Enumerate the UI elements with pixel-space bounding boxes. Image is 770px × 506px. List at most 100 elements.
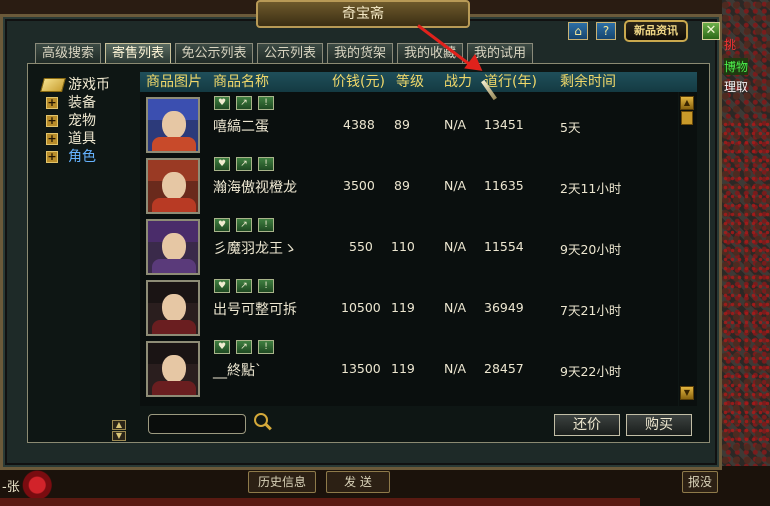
plus-icon[interactable]: +	[46, 115, 58, 127]
scene-label: 博物	[724, 58, 749, 75]
item-daoxing: 36949	[484, 300, 524, 315]
send-button[interactable]: 发 送	[326, 471, 390, 493]
item-remaining: 9天22小时	[560, 364, 622, 379]
item-remaining: 9天20小时	[560, 242, 622, 257]
game-chat-bar: -张 历史信息 发 送 报没	[0, 466, 770, 506]
item-power: N/A	[444, 361, 467, 376]
item-daoxing: 13451	[484, 117, 524, 132]
table-row[interactable]: ♥ ↗ ! 瀚海傲视橙龙 3500 89 N/A 11635 2天11小时	[140, 153, 678, 214]
item-name: 出号可整可拆	[213, 302, 297, 318]
close-icon[interactable]: ✕	[702, 22, 720, 40]
share-icon[interactable]: ↗	[236, 157, 252, 171]
report-button[interactable]: 报没	[682, 471, 718, 493]
scroll-thumb[interactable]	[681, 111, 693, 125]
favorite-icon[interactable]: ♥	[214, 340, 230, 354]
report-icon[interactable]: !	[258, 279, 274, 293]
favorite-icon[interactable]: ♥	[214, 218, 230, 232]
header-power[interactable]: 战力	[444, 72, 472, 92]
item-remaining: 5天	[560, 120, 581, 135]
item-price: 4388	[343, 117, 375, 132]
game-scene-right: 挑 博物 理取	[722, 0, 770, 506]
tab-advanced-search[interactable]: 高级搜索	[35, 43, 101, 63]
table-row[interactable]: ♥ ↗ ! 嘻縞二蛋 4388 89 N/A 13451 5天	[140, 92, 678, 153]
plus-icon[interactable]: +	[46, 97, 58, 109]
item-daoxing: 28457	[484, 361, 524, 376]
chat-input-bar	[0, 498, 640, 506]
window-title: 奇宝斋	[256, 0, 470, 28]
report-icon[interactable]: !	[258, 340, 274, 354]
scroll-down-icon[interactable]: ▼	[680, 386, 694, 400]
item-name: 嘻縞二蛋	[213, 119, 269, 135]
item-daoxing: 11554	[484, 239, 524, 254]
news-button[interactable]: 新品资讯	[624, 20, 688, 42]
favorite-icon[interactable]: ♥	[214, 157, 230, 171]
plus-icon[interactable]: +	[46, 133, 58, 145]
chat-text: -张	[2, 480, 20, 495]
item-daoxing: 11635	[484, 178, 524, 193]
table-row[interactable]: ♥ ↗ ! 彡魔羽龙王ゝ 550 110 N/A 11554 9天20小时	[140, 214, 678, 275]
character-portrait[interactable]	[146, 219, 200, 275]
favorite-icon[interactable]: ♥	[214, 279, 230, 293]
item-power: N/A	[444, 239, 467, 254]
search-icon[interactable]	[254, 413, 268, 427]
tab-consignment-list[interactable]: 寄售列表	[105, 43, 171, 63]
report-icon[interactable]: !	[258, 157, 274, 171]
header-remaining[interactable]: 剩余时间	[560, 72, 616, 92]
listing-table: ♥ ↗ ! 嘻縞二蛋 4388 89 N/A 13451 5天 ♥ ↗ ! 瀚海…	[140, 92, 678, 406]
help-icon[interactable]: ?	[596, 22, 616, 40]
item-remaining: 7天21小时	[560, 303, 622, 318]
tree-item-equipment[interactable]: + 装备	[36, 94, 132, 112]
character-portrait[interactable]	[146, 97, 200, 153]
item-power: N/A	[444, 178, 467, 193]
history-button[interactable]: 历史信息	[248, 471, 316, 493]
tree-item-pets[interactable]: + 宠物	[36, 112, 132, 130]
share-icon[interactable]: ↗	[236, 340, 252, 354]
report-icon[interactable]: !	[258, 96, 274, 110]
buy-button[interactable]: 购买	[626, 414, 692, 436]
item-price: 13500	[341, 361, 381, 376]
tab-free-publicity[interactable]: 免公示列表	[175, 43, 253, 63]
character-portrait[interactable]	[146, 280, 200, 336]
item-name: 彡魔羽龙王ゝ	[213, 241, 297, 257]
table-row[interactable]: ♥ ↗ ! __終點ˋ 13500 119 N/A 28457 9天22小时	[140, 336, 678, 397]
item-price: 550	[349, 239, 373, 254]
item-level: 119	[391, 300, 415, 315]
tree-item-label: 宠物	[68, 113, 96, 129]
character-portrait[interactable]	[146, 341, 200, 397]
share-icon[interactable]: ↗	[236, 218, 252, 232]
item-name: 瀚海傲视橙龙	[213, 180, 297, 196]
item-power: N/A	[444, 117, 467, 132]
table-row[interactable]: ♥ ↗ ! 出号可整可拆 10500 119 N/A 36949 7天21小时	[140, 275, 678, 336]
character-portrait[interactable]	[146, 158, 200, 214]
header-level[interactable]: 等级	[396, 72, 424, 92]
tree-item-items[interactable]: + 道具	[36, 130, 132, 148]
header-price[interactable]: 价钱(元)	[332, 72, 385, 92]
item-power: N/A	[444, 300, 467, 315]
tree-item-label: 道具	[68, 131, 96, 147]
home-icon[interactable]: ⌂	[568, 22, 588, 40]
scene-label: 理取	[724, 80, 749, 94]
item-level: 89	[394, 178, 410, 193]
tree-item-characters[interactable]: + 角色	[36, 148, 132, 166]
scene-texture	[722, 120, 770, 446]
search-input[interactable]	[148, 414, 246, 434]
scroll-up-icon[interactable]: ▲	[680, 96, 694, 110]
tab-my-shelf[interactable]: 我的货架	[327, 43, 393, 63]
tree-scroll-up-icon[interactable]: ▲	[112, 420, 126, 430]
category-tree: 游戏币 + 装备 + 宠物 + 道具 + 角色	[36, 76, 132, 166]
tree-item-currency[interactable]: 游戏币	[36, 76, 132, 94]
share-icon[interactable]: ↗	[236, 279, 252, 293]
table-scrollbar[interactable]: ▲ ▼	[679, 92, 697, 406]
item-level: 110	[391, 239, 415, 254]
favorite-icon[interactable]: ♥	[214, 96, 230, 110]
report-icon[interactable]: !	[258, 218, 274, 232]
item-level: 119	[391, 361, 415, 376]
header-image: 商品图片	[146, 74, 202, 90]
item-name: __終點ˋ	[213, 363, 262, 379]
tab-publicity-list[interactable]: 公示列表	[257, 43, 323, 63]
plus-icon[interactable]: +	[46, 151, 58, 163]
counter-offer-button[interactable]: 还价	[554, 414, 620, 436]
tree-scroll-down-icon[interactable]: ▼	[112, 431, 126, 441]
share-icon[interactable]: ↗	[236, 96, 252, 110]
header-daoxing[interactable]: 道行(年)	[484, 72, 537, 92]
